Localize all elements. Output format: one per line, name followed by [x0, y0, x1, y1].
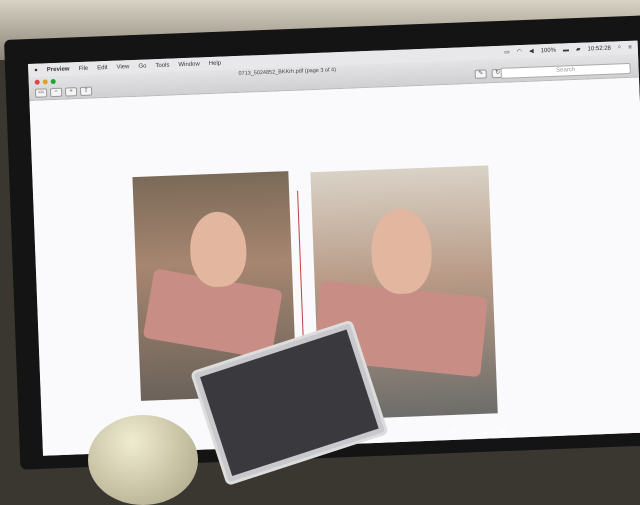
close-button[interactable] — [34, 79, 40, 85]
airplay-icon[interactable]: ▭ — [504, 48, 510, 55]
dock-icons[interactable]: ✕ ◐ ▲ ◉ — [450, 427, 506, 436]
battery-text[interactable]: 100% — [541, 47, 557, 54]
battery-icon: ▬ — [562, 46, 570, 53]
menu-go[interactable]: Go — [138, 63, 146, 69]
clock[interactable]: 10:52:28 — [587, 45, 611, 52]
minimize-button[interactable] — [42, 79, 48, 85]
menu-tools[interactable]: Tools — [155, 62, 169, 69]
menu-window[interactable]: Window — [178, 61, 200, 68]
markup-pen-icon[interactable]: ✎ — [474, 69, 487, 79]
flag-icon[interactable]: ▰ — [576, 46, 581, 53]
zoom-button[interactable] — [50, 78, 56, 85]
menu-edit[interactable]: Edit — [97, 64, 108, 70]
menu-view[interactable]: View — [116, 64, 129, 70]
notification-icon[interactable]: ≡ — [628, 44, 632, 50]
zoom-in-icon[interactable]: + — [64, 87, 78, 97]
sidebar-icon[interactable]: ▭ — [34, 88, 48, 98]
menu-file[interactable]: File — [78, 65, 88, 71]
wifi-icon[interactable]: ◠ — [517, 48, 522, 55]
window-title: 0713_5024852_BKKrh.pdf (page 3 of 4) — [238, 67, 337, 77]
foreground-ball — [88, 415, 198, 505]
share-icon[interactable]: ⇧ — [79, 86, 93, 97]
menu-preview[interactable]: Preview — [47, 66, 70, 73]
zoom-out-icon[interactable]: − — [49, 87, 63, 98]
spotlight-icon[interactable]: ⌕ — [618, 44, 622, 51]
volume-icon[interactable]: ◀ — [529, 48, 534, 55]
menu-help[interactable]: Help — [209, 60, 222, 66]
search-input[interactable]: Search — [500, 62, 631, 79]
apple-icon[interactable]: ● — [34, 67, 38, 73]
